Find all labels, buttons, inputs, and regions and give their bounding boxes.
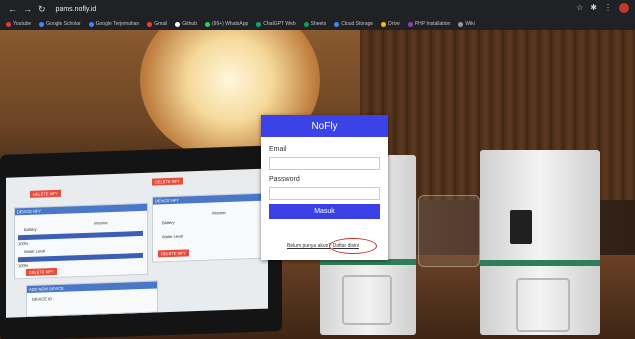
browser-chrome: ← → ↻ pams.nofly.id ☆ ✱ ⋮ Youtube Google… bbox=[0, 0, 635, 30]
bookmark-item[interactable]: Google Terjemahan bbox=[88, 21, 139, 27]
internet-label: Internet bbox=[94, 220, 108, 226]
bookmark-item[interactable]: Youtube bbox=[6, 21, 31, 27]
device-band bbox=[480, 260, 600, 266]
battery-label: Battery bbox=[24, 226, 37, 233]
avatar[interactable] bbox=[619, 3, 629, 13]
device-logo-icon bbox=[342, 275, 392, 325]
battery-percent: 100% bbox=[18, 240, 29, 247]
water-level-label: Water Level bbox=[24, 248, 46, 255]
email-field[interactable] bbox=[269, 157, 380, 170]
bookmark-item[interactable]: Sheets bbox=[303, 21, 326, 27]
bookmark-item[interactable]: Wiki bbox=[458, 21, 475, 27]
bookmark-item[interactable]: Google Scholar bbox=[39, 21, 81, 27]
bookmark-item[interactable]: ChatGPT Web bbox=[256, 21, 296, 27]
tablet-device: DELETE NFY DELETE NFY DEVICE NFY Battery… bbox=[0, 145, 282, 339]
nofly-device bbox=[480, 150, 600, 335]
url-bar[interactable]: pams.nofly.id bbox=[56, 6, 97, 13]
bookmarks-bar: Youtube Google Scholar Google Terjemahan… bbox=[0, 18, 635, 30]
address-row: ← → ↻ pams.nofly.id bbox=[0, 0, 635, 18]
device-logo-icon bbox=[516, 278, 570, 332]
extensions-icon[interactable]: ✱ bbox=[590, 3, 597, 13]
password-field[interactable] bbox=[269, 187, 380, 200]
forward-icon[interactable]: → bbox=[23, 4, 32, 14]
bookmark-item[interactable]: Github bbox=[175, 21, 197, 27]
device-card-header: DEVICE NFY bbox=[15, 203, 147, 216]
water-level-label: Water Level bbox=[162, 233, 184, 240]
bookmark-item[interactable]: (99+) WhatsApp bbox=[205, 21, 248, 27]
bookmark-item[interactable]: Drive bbox=[381, 21, 400, 27]
device-card-header: DEVICE NFY bbox=[153, 193, 265, 205]
reload-icon[interactable]: ↻ bbox=[38, 4, 46, 14]
login-card: NoFly Email Password Masuk Belum punya a… bbox=[261, 115, 388, 260]
delete-nfy-button: DELETE NFY bbox=[26, 267, 57, 277]
delete-nfy-button: DELETE NFY bbox=[30, 189, 61, 198]
glass-jar bbox=[418, 195, 480, 267]
bookmark-star-icon[interactable]: ☆ bbox=[576, 3, 583, 13]
add-device-header: ADD NEW DEVICE bbox=[27, 281, 157, 293]
water-level-percent: 100% bbox=[18, 262, 29, 269]
back-icon[interactable]: ← bbox=[8, 4, 17, 14]
device-id-label: DEVICE ID bbox=[32, 296, 53, 302]
delete-nfy-button: DELETE NFY bbox=[152, 177, 183, 186]
login-button[interactable]: Masuk bbox=[269, 204, 380, 219]
tablet-screen: DELETE NFY DELETE NFY DEVICE NFY Battery… bbox=[6, 168, 268, 318]
login-title: NoFly bbox=[261, 115, 388, 137]
bookmark-item[interactable]: PHP Installation bbox=[407, 21, 450, 27]
internet-label: Internet bbox=[212, 210, 226, 216]
register-prompt: Belum punya akun? bbox=[287, 243, 332, 249]
highlight-circle bbox=[329, 238, 377, 254]
delete-nfy-button: DELETE NFY bbox=[158, 249, 189, 258]
battery-label: Battery bbox=[162, 219, 175, 226]
bookmark-item[interactable]: Cloud Storage bbox=[334, 21, 373, 27]
nfc-tag-icon bbox=[510, 210, 532, 244]
password-label: Password bbox=[269, 176, 300, 183]
email-label: Email bbox=[269, 146, 287, 153]
menu-icon[interactable]: ⋮ bbox=[604, 3, 612, 13]
bookmark-item[interactable]: Gmail bbox=[147, 21, 167, 27]
toolbar-icons: ☆ ✱ ⋮ bbox=[576, 3, 629, 13]
